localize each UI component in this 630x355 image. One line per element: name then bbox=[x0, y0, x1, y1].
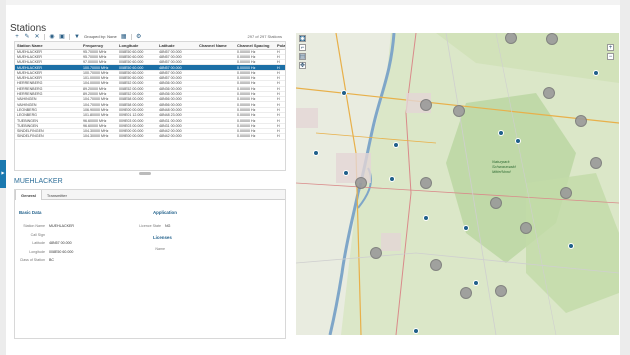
station-marker-icon[interactable] bbox=[313, 150, 319, 156]
table-cell: 104.30000 MHz bbox=[81, 133, 117, 140]
field-label: Latitude bbox=[32, 241, 45, 245]
station-marker-icon[interactable] bbox=[393, 142, 399, 148]
station-count: 297 of 297 Stations bbox=[247, 34, 282, 39]
field-value: BC bbox=[49, 258, 54, 262]
table-cell: H bbox=[275, 133, 285, 140]
application-heading: Application bbox=[153, 210, 177, 215]
tab-transmitter[interactable]: Transmitter bbox=[42, 190, 72, 200]
licence-state-label: Licence State bbox=[139, 224, 161, 228]
delete-icon[interactable]: ✕ bbox=[34, 34, 40, 40]
station-marker-icon[interactable] bbox=[343, 170, 349, 176]
zoom-in-button[interactable]: + bbox=[607, 44, 614, 51]
field-label: Longitude bbox=[29, 249, 45, 254]
station-cluster-marker[interactable] bbox=[460, 287, 472, 299]
add-icon[interactable]: + bbox=[14, 34, 20, 40]
station-marker-icon[interactable] bbox=[341, 90, 347, 96]
station-cluster-marker[interactable] bbox=[430, 259, 442, 271]
station-cluster-marker[interactable] bbox=[420, 99, 432, 111]
separator bbox=[44, 33, 45, 40]
station-cluster-marker[interactable] bbox=[355, 177, 367, 189]
detail-title: MUEHLACKER bbox=[14, 178, 63, 185]
detail-panel: General Transmitter Basic Data Station N… bbox=[14, 189, 286, 339]
zoom-out-button[interactable]: − bbox=[607, 53, 614, 60]
edit-icon[interactable]: ✎ bbox=[24, 34, 30, 40]
filter-icon[interactable]: ▼ bbox=[74, 34, 80, 40]
table-cell bbox=[197, 133, 235, 140]
station-marker-icon[interactable] bbox=[498, 130, 504, 136]
field-label: Call Sign bbox=[30, 232, 45, 237]
field-value: 008E50 60.000 bbox=[49, 249, 74, 254]
station-cluster-marker[interactable] bbox=[490, 197, 502, 209]
station-marker-icon[interactable] bbox=[473, 280, 479, 286]
columns-icon[interactable]: ▦ bbox=[121, 34, 127, 40]
licence-state-value: NG bbox=[165, 224, 171, 228]
station-cluster-marker[interactable] bbox=[560, 187, 572, 199]
station-cluster-marker[interactable] bbox=[575, 115, 587, 127]
station-marker-icon[interactable] bbox=[463, 225, 469, 231]
station-cluster-marker[interactable] bbox=[543, 87, 555, 99]
side-tab[interactable]: ◀ bbox=[0, 160, 6, 188]
right-strip bbox=[620, 0, 630, 355]
map-pan-tool[interactable]: ✥ bbox=[299, 62, 306, 69]
toolbar: + ✎ ✕ ◉ ▣ ▼ Grouped by: None ▦ ⚙ 297 of … bbox=[14, 32, 284, 41]
station-cluster-marker[interactable] bbox=[453, 105, 465, 117]
separator bbox=[130, 33, 132, 40]
column-header[interactable]: Station Name bbox=[15, 42, 81, 50]
column-header[interactable]: Channel Spacing bbox=[235, 42, 275, 50]
table-cell: 48N42 00.000 bbox=[157, 133, 197, 140]
station-cluster-marker[interactable] bbox=[495, 285, 507, 297]
station-marker-icon[interactable] bbox=[389, 176, 395, 182]
station-cluster-marker[interactable] bbox=[520, 222, 532, 234]
station-marker-icon[interactable] bbox=[423, 215, 429, 221]
export-icon[interactable]: ▣ bbox=[59, 34, 65, 40]
separator bbox=[69, 33, 70, 40]
resize-handle[interactable] bbox=[139, 172, 151, 175]
table-body: MUEHLACKER 95.70000 MHz 008E50 60.000 48N57… bbox=[15, 49, 285, 140]
table-row[interactable]: SINDELFINGEN 104.30000 MHz 009E00 00.000 48… bbox=[15, 133, 285, 140]
map-select-tool[interactable]: ◉ bbox=[299, 35, 306, 42]
map-layers-tool[interactable]: ▤ bbox=[299, 53, 306, 60]
map-lasso-tool[interactable]: ⌐ bbox=[299, 44, 306, 51]
table-cell: 0.00000 Hz bbox=[235, 133, 275, 140]
basic-data-heading: Basic Data bbox=[19, 210, 42, 215]
tab-general[interactable]: General bbox=[15, 190, 42, 200]
station-cluster-marker[interactable] bbox=[370, 247, 382, 259]
top-bar bbox=[0, 0, 630, 5]
map-icon[interactable]: ◉ bbox=[49, 34, 55, 40]
field-value: MUEHLACKER bbox=[49, 224, 74, 228]
stations-table: Station Name Frequency Longitude Latitude Ch… bbox=[14, 41, 286, 171]
station-cluster-marker[interactable] bbox=[546, 33, 558, 45]
column-header[interactable]: Frequency bbox=[81, 42, 117, 50]
column-header[interactable]: Pola bbox=[275, 42, 285, 50]
column-header[interactable]: Longitude bbox=[117, 42, 157, 50]
field-value: 48N57 00.000 bbox=[49, 241, 72, 245]
station-marker-icon[interactable] bbox=[515, 138, 521, 144]
settings-icon[interactable]: ⚙ bbox=[136, 34, 142, 40]
column-header[interactable]: Channel Name bbox=[197, 42, 235, 50]
station-cluster-marker[interactable] bbox=[420, 177, 432, 189]
table-cell: SINDELFINGEN bbox=[15, 133, 81, 140]
region-label: Mitte/Nord bbox=[492, 169, 511, 174]
field-label: Station Name bbox=[23, 224, 45, 228]
table-header: Station Name Frequency Longitude Latitude Ch… bbox=[15, 42, 285, 50]
station-cluster-marker[interactable] bbox=[590, 157, 602, 169]
map-view[interactable]: Naturpark Schwarzwald Mitte/Nord ◉ ⌐ ▤ ✥… bbox=[296, 33, 619, 335]
station-marker-icon[interactable] bbox=[593, 70, 599, 76]
licenses-name-column: Name bbox=[155, 247, 165, 251]
station-marker-icon[interactable] bbox=[568, 243, 574, 249]
column-header[interactable]: Latitude bbox=[157, 42, 197, 50]
group-by-dropdown[interactable]: Grouped by: None bbox=[84, 34, 117, 39]
map-canvas[interactable] bbox=[296, 33, 619, 335]
app-window: ◀ Stations + ✎ ✕ ◉ ▣ ▼ Grouped by: None … bbox=[0, 0, 630, 355]
licenses-heading: Licenses bbox=[153, 235, 172, 240]
station-marker-icon[interactable] bbox=[413, 328, 419, 334]
detail-tabs: General Transmitter bbox=[15, 190, 285, 200]
table-cell: 009E00 00.000 bbox=[117, 133, 157, 140]
field-label: Class of Station bbox=[19, 258, 45, 262]
